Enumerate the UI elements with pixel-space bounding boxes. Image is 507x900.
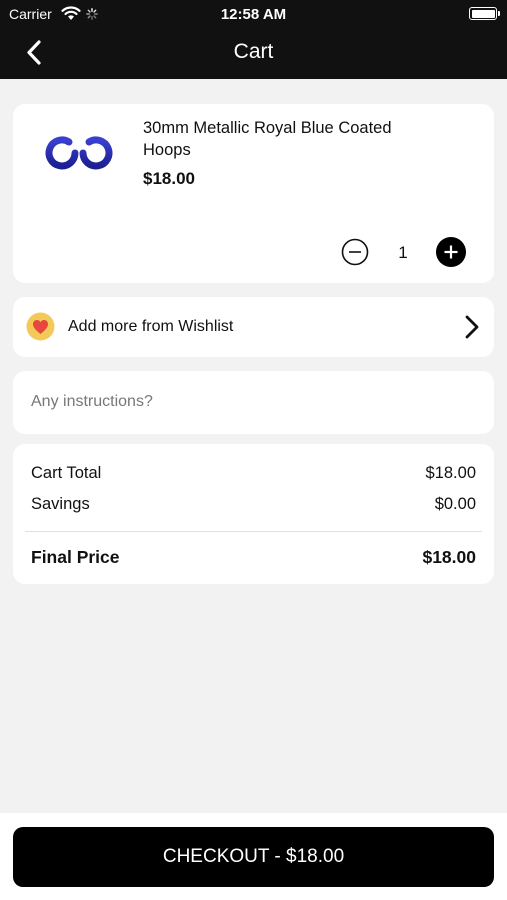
status-time: 12:58 AM [220,6,287,23]
bottom-bar: CHECKOUT - $18.00 [0,813,507,900]
chevron-right-icon [465,315,479,339]
final-price-label: Final Price [31,547,120,567]
heart-icon [26,312,55,341]
savings-label: Savings [31,495,90,513]
product-image[interactable] [43,129,115,181]
savings-row: Savings $0.00 [31,495,476,514]
product-name[interactable]: 30mm Metallic Royal Blue Coated Hoops [143,117,443,161]
status-bar: Carrier 12:58 AM [0,0,507,28]
final-price-value: $18.00 [422,547,476,567]
savings-value: $0.00 [434,495,476,513]
checkout-label: CHECKOUT - $18.00 [162,846,345,867]
final-price-row: Final Price $18.00 [31,547,476,568]
quantity-value: 1 [398,243,408,262]
nav-bar: Cart [0,28,507,79]
divider [25,531,482,532]
cart-total-value: $18.00 [425,464,476,482]
price-summary: Cart Total $18.00 Savings $0.00 Final Pr… [13,444,494,584]
product-price: $18.00 [143,169,195,188]
decrease-quantity-button[interactable] [341,238,369,266]
add-from-wishlist-row[interactable]: Add more from Wishlist [13,297,494,357]
instructions-input[interactable] [23,384,483,420]
checkout-button[interactable]: CHECKOUT - $18.00 [13,827,494,887]
cart-total-label: Cart Total [31,464,102,482]
page-title: Cart [233,40,274,63]
instructions-card [13,371,494,434]
wishlist-label: Add more from Wishlist [68,318,234,335]
cart-total-row: Cart Total $18.00 [31,464,476,483]
increase-quantity-button[interactable] [436,237,466,267]
cart-item-card: 30mm Metallic Royal Blue Coated Hoops $1… [13,104,494,283]
battery-icon [469,7,500,20]
